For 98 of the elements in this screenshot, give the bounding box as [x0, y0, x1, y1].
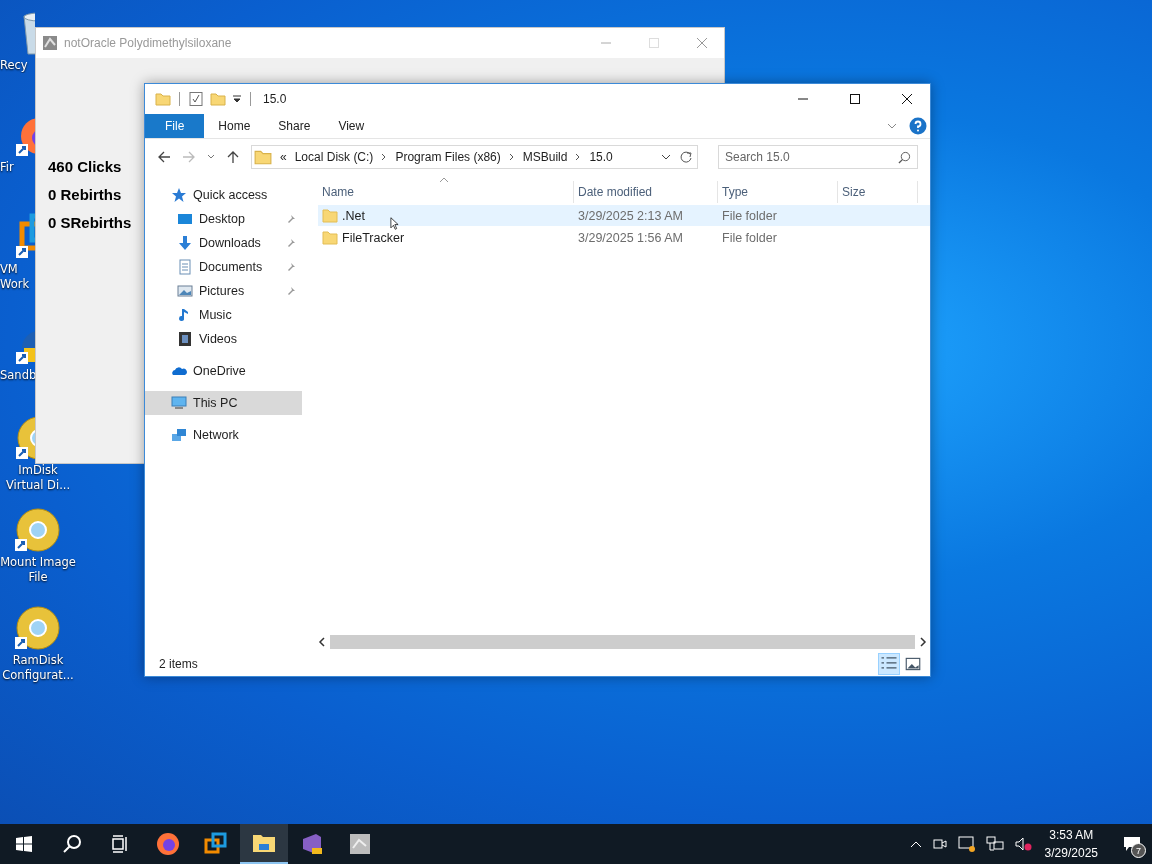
- app-icon: [42, 35, 58, 51]
- pin-icon[interactable]: [286, 238, 296, 248]
- desktop-icon-label[interactable]: ImDisk Virtual Di...: [0, 463, 76, 493]
- date-cell-text: 3/29/2025 2:13 AM: [577, 208, 684, 223]
- nav-item[interactable]: Quick access: [145, 183, 302, 207]
- dropdown-icon[interactable]: [661, 154, 671, 160]
- desktop-icon-label[interactable]: Fir: [0, 160, 35, 175]
- overflow-crumb[interactable]: «: [280, 150, 287, 164]
- monitor-icon[interactable]: [957, 836, 976, 852]
- folder-icon: [322, 207, 338, 224]
- desktop-icon: [177, 211, 193, 227]
- stat-text: 0 SRebirths: [48, 214, 132, 231]
- app-icon: [300, 832, 324, 856]
- camera-icon[interactable]: [931, 836, 948, 852]
- pin-icon[interactable]: [286, 214, 296, 224]
- app-icon: [348, 832, 372, 856]
- help-icon[interactable]: [909, 117, 927, 135]
- properties-icon[interactable]: [188, 91, 204, 107]
- expand-ribbon-icon[interactable]: [887, 123, 897, 129]
- nav-item[interactable]: Downloads: [145, 231, 302, 255]
- window-title: 15.0: [263, 92, 287, 106]
- desktop-icon-label[interactable]: RamDisk Configurat...: [0, 653, 76, 683]
- desktop-icon-label[interactable]: Mount Image File: [0, 555, 76, 585]
- folder-icon: [254, 148, 272, 166]
- ribbon-tab[interactable]: View: [324, 114, 379, 138]
- disc-icon[interactable]: [13, 603, 63, 653]
- star-icon: [171, 187, 187, 203]
- breadcrumb[interactable]: Program Files (x86): [395, 150, 501, 164]
- network-icon[interactable]: [985, 836, 1004, 852]
- notification-badge: 7: [1131, 843, 1146, 858]
- recent-locations-icon[interactable]: [207, 154, 215, 160]
- cursor-icon: [390, 217, 399, 230]
- film-icon: [177, 331, 193, 347]
- thumbnail-view-icon[interactable]: [904, 655, 922, 673]
- column-header[interactable]: Size: [838, 181, 918, 203]
- nav-item[interactable]: This PC: [145, 391, 302, 415]
- stat-text: 0 Rebirths: [48, 186, 122, 203]
- maximize-icon[interactable]: [849, 93, 861, 105]
- ribbon-tab[interactable]: Share: [264, 114, 325, 138]
- type-cell-text: File folder: [721, 208, 778, 223]
- back-icon[interactable]: [157, 150, 171, 164]
- breadcrumb[interactable]: 15.0: [589, 150, 613, 164]
- file-name: FileTracker: [342, 230, 405, 245]
- folder-icon: [322, 229, 338, 246]
- stat-text: 460 Clicks: [48, 158, 122, 175]
- column-header[interactable]: Name: [318, 181, 574, 203]
- pin-icon[interactable]: [286, 262, 296, 272]
- disc-icon[interactable]: [13, 505, 63, 555]
- status-text: 2 items: [159, 657, 198, 671]
- nav-item[interactable]: Documents: [145, 255, 302, 279]
- desktop-icon-label[interactable]: Sandb: [0, 368, 35, 383]
- dropdown-icon[interactable]: [232, 94, 242, 104]
- computer-icon: [171, 395, 187, 411]
- chevron-icon[interactable]: [508, 153, 515, 161]
- ribbon-tab[interactable]: File: [145, 114, 205, 138]
- breadcrumb[interactable]: MSBuild: [522, 150, 568, 164]
- column-header[interactable]: Date modified: [574, 181, 718, 203]
- chevron-icon[interactable]: [381, 153, 388, 161]
- nav-item[interactable]: OneDrive: [145, 359, 302, 383]
- chevron-icon[interactable]: [575, 153, 582, 161]
- nav-item[interactable]: Pictures: [145, 279, 302, 303]
- desktop-icon-label[interactable]: VM Work: [0, 262, 35, 292]
- caret-icon[interactable]: [909, 840, 922, 848]
- details-view-icon[interactable]: [878, 653, 900, 675]
- nav-item[interactable]: Network: [145, 423, 302, 447]
- scrollbar-thumb[interactable]: [330, 635, 915, 649]
- file-row[interactable]: .Net 3/29/2025 2:13 AM File folder: [318, 205, 930, 226]
- ribbon-tab[interactable]: Home: [204, 114, 265, 138]
- desktop-icon-label[interactable]: Recy: [0, 58, 35, 73]
- app-icon: [204, 832, 228, 856]
- column-header[interactable]: Type: [718, 181, 838, 203]
- nav-item[interactable]: Desktop: [145, 207, 302, 231]
- sort-caret-icon: [439, 177, 449, 183]
- clock-time[interactable]: 3:53 AM: [1049, 828, 1094, 842]
- address-bar[interactable]: « Local Disk (C:) Program Files (x86) MSBuild 15.0: [251, 145, 698, 169]
- refresh-icon[interactable]: [679, 150, 693, 164]
- taskbar-app[interactable]: [240, 824, 288, 864]
- nav-item[interactable]: Videos: [145, 327, 302, 351]
- muted-speaker-icon[interactable]: [1013, 836, 1032, 852]
- browser-icon: [156, 832, 180, 856]
- search-field[interactable]: Search 15.0: [718, 145, 918, 169]
- clock-date[interactable]: 3/29/2025: [1044, 846, 1098, 860]
- picture-icon: [177, 283, 193, 299]
- network-icon: [171, 427, 187, 443]
- window-title: notOracle Polydimethylsiloxane: [64, 36, 232, 50]
- close-icon[interactable]: [901, 93, 913, 105]
- breadcrumb[interactable]: Local Disk (C:): [294, 150, 374, 164]
- file-name: .Net: [342, 208, 365, 223]
- scroll-right-icon[interactable]: [919, 637, 927, 647]
- pin-icon[interactable]: [286, 286, 296, 296]
- scroll-left-icon[interactable]: [318, 637, 326, 647]
- type-cell-text: File folder: [721, 230, 778, 245]
- date-cell-text: 3/29/2025 1:56 AM: [577, 230, 684, 245]
- nav-item[interactable]: Music: [145, 303, 302, 327]
- download-icon: [177, 235, 193, 251]
- up-icon[interactable]: [226, 150, 240, 164]
- document-icon: [177, 259, 193, 275]
- file-row[interactable]: FileTracker 3/29/2025 1:56 AM File folder: [318, 227, 930, 248]
